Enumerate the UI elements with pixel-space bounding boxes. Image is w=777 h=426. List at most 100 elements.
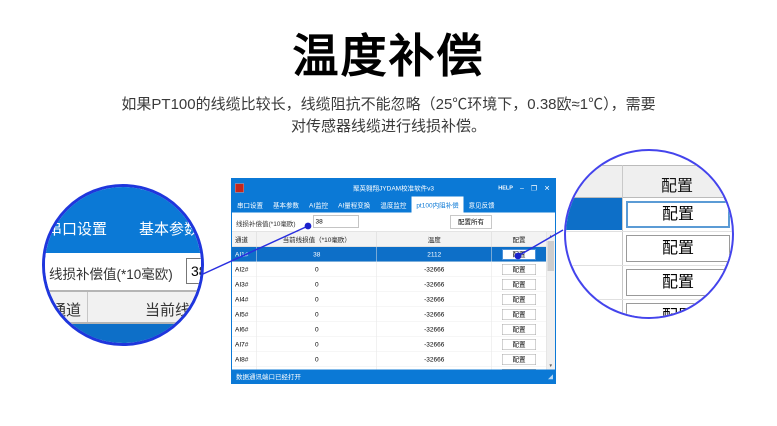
cell-config: 配置 (492, 292, 546, 307)
magnified-table-header: 通道 当前线损值 (45, 290, 201, 324)
magnified-header-loss: 当前线损值 (145, 299, 204, 320)
description-line-2: 对传感器线缆进行线损补偿。 (0, 116, 777, 138)
cell-temperature: -32666 (377, 277, 492, 292)
magnified-config-button: 配置 (626, 269, 730, 296)
resize-grip-icon[interactable]: ◢ (548, 372, 553, 380)
description-line-1: 如果PT100的线缆比较长，线缆阻抗不能忽略（25℃环境下，0.38欧≈1℃），… (0, 94, 777, 116)
left-magnifier-circle: 串口设置 基本参数 线损补偿值(*10毫欧) 38 通道 当前线损值 (42, 184, 204, 346)
window-controls: HELP – ❐ ✕ (498, 184, 550, 191)
toolbar: 线损补偿值(*10毫欧) 38 配置所有 (232, 213, 555, 232)
magnified-tab-basic: 基本参数 (139, 218, 199, 239)
magnified-row-1: 配置 (566, 198, 732, 232)
table-row[interactable]: AI5# 0 -32666 配置 (232, 307, 555, 322)
cell-loss: 0 (257, 292, 377, 307)
cell-temperature: -32666 (377, 292, 492, 307)
magnified-loss-label: 线损补偿值(*10毫欧) (49, 263, 173, 283)
table-row[interactable]: AI2# 0 -32666 配置 (232, 262, 555, 277)
magnified-config-header-label: 配置 (622, 172, 732, 196)
config-button[interactable]: 配置 (502, 294, 536, 305)
cell-temperature: -32666 (377, 352, 492, 367)
tab[interactable]: 温度监控 (375, 197, 411, 213)
page-title: 温度补偿 (0, 20, 777, 86)
minimize-icon[interactable]: – (520, 184, 524, 191)
config-button[interactable]: 配置 (502, 354, 536, 365)
cell-config: 配置 (492, 277, 546, 292)
cell-temperature: -32666 (377, 322, 492, 337)
magnified-config-button: 配置 (626, 201, 730, 228)
tab[interactable]: AI监控 (304, 197, 333, 213)
config-button[interactable]: 配置 (502, 264, 536, 275)
right-magnifier-circle: 配置 配置 配置 配置 配置 (564, 149, 734, 319)
scroll-down-icon[interactable]: ▼ (547, 362, 556, 370)
cell-channel: AI4# (232, 292, 257, 307)
tab[interactable]: pt100内阻补偿 (411, 197, 463, 213)
configure-all-button[interactable]: 配置所有 (450, 216, 492, 229)
config-button[interactable]: 配置 (502, 324, 536, 335)
cell-config: 配置 (492, 307, 546, 322)
cell-temperature: -32666 (377, 337, 492, 352)
magnified-loss-input: 38 (186, 258, 204, 284)
tab[interactable]: 串口设置 (232, 197, 268, 213)
cell-loss: 0 (257, 322, 377, 337)
tab[interactable]: 意见反馈 (464, 197, 500, 213)
maximize-icon[interactable]: ❐ (531, 184, 537, 191)
cell-channel: AI2# (232, 262, 257, 277)
tab-bar: 串口设置 基本参数 AI监控 AI量程变换 温度监控 pt100内阻补偿 意见反… (232, 197, 555, 213)
close-icon[interactable]: ✕ (544, 184, 550, 191)
table-row[interactable]: AI1# 38 2112 配置 (232, 247, 555, 262)
table-body: AI1# 38 2112 配置 AI2# 0 -32666 配置 (232, 247, 555, 370)
config-button[interactable]: 配置 (502, 249, 536, 260)
window-titlebar: 聚英翱翔JYDAM校准软件v3 HELP – ❐ ✕ (232, 179, 555, 197)
magnified-tab-bar: 串口设置 基本参数 (45, 187, 201, 253)
page: 温度补偿 如果PT100的线缆比较长，线缆阻抗不能忽略（25℃环境下，0.38欧… (0, 0, 777, 426)
cell-loss: 0 (257, 307, 377, 322)
cell-temperature: -32666 (377, 307, 492, 322)
header-temperature: 温度 (377, 232, 492, 247)
cell-config: 配置 (492, 262, 546, 277)
table-row[interactable]: AI3# 0 -32666 配置 (232, 277, 555, 292)
config-button[interactable]: 配置 (502, 279, 536, 290)
config-button[interactable]: 配置 (502, 339, 536, 350)
channel-table: 通道 当前线损值（*10毫欧） 温度 配置 AI1# 38 2112 配置 (232, 232, 555, 370)
magnified-header-channel: 通道 (51, 299, 81, 320)
config-button[interactable]: 配置 (502, 309, 536, 320)
app-window: 聚英翱翔JYDAM校准软件v3 HELP – ❐ ✕ 串口设置 基本参数 AI监… (231, 178, 556, 384)
header-current-loss: 当前线损值（*10毫欧） (257, 232, 377, 247)
header-channel: 通道 (232, 232, 257, 247)
status-bar: 数据通讯端口已经打开 ◢ (232, 370, 555, 384)
status-text: 数据通讯端口已经打开 (236, 372, 301, 382)
magnified-toolbar: 线损补偿值(*10毫欧) 38 (45, 253, 201, 290)
scrollbar-thumb[interactable] (548, 241, 555, 271)
loss-compensation-label: 线损补偿值(*10毫欧) (236, 219, 296, 229)
scroll-up-icon[interactable]: ▲ (547, 232, 556, 240)
tab[interactable]: 基本参数 (268, 197, 304, 213)
cell-channel: AI3# (232, 277, 257, 292)
magnified-selected-row (45, 324, 201, 346)
magnified-config-header: 配置 (566, 165, 732, 198)
cell-loss: 0 (257, 352, 377, 367)
loss-compensation-input[interactable]: 38 (313, 216, 359, 228)
table-row[interactable]: AI6# 0 -32666 配置 (232, 322, 555, 337)
table-row[interactable]: AI4# 0 -32666 配置 (232, 292, 555, 307)
page-description: 如果PT100的线缆比较长，线缆阻抗不能忽略（25℃环境下，0.38欧≈1℃），… (0, 94, 777, 138)
cell-config: 配置 (492, 247, 546, 262)
tab[interactable]: AI量程变换 (333, 197, 375, 213)
cell-config: 配置 (492, 337, 546, 352)
header-config: 配置 (492, 232, 546, 247)
magnified-tab-serial: 串口设置 (47, 218, 107, 239)
column-divider (87, 292, 88, 322)
magnified-row-3: 配置 (566, 266, 732, 300)
magnified-row-2: 配置 (566, 232, 732, 266)
cell-loss: 0 (257, 262, 377, 277)
magnified-selected-cell (566, 198, 622, 230)
table-row[interactable]: AI8# 0 -32666 配置 (232, 352, 555, 367)
cell-temperature: 2112 (377, 247, 492, 262)
help-button[interactable]: HELP (498, 185, 513, 191)
magnified-config-button: 配置 (626, 303, 730, 319)
cell-config: 配置 (492, 352, 546, 367)
table-row[interactable]: AI7# 0 -32666 配置 (232, 337, 555, 352)
cell-loss: 0 (257, 277, 377, 292)
cell-loss: 0 (257, 337, 377, 352)
cell-config: 配置 (492, 322, 546, 337)
table-scrollbar[interactable]: ▲ ▼ (546, 232, 555, 370)
